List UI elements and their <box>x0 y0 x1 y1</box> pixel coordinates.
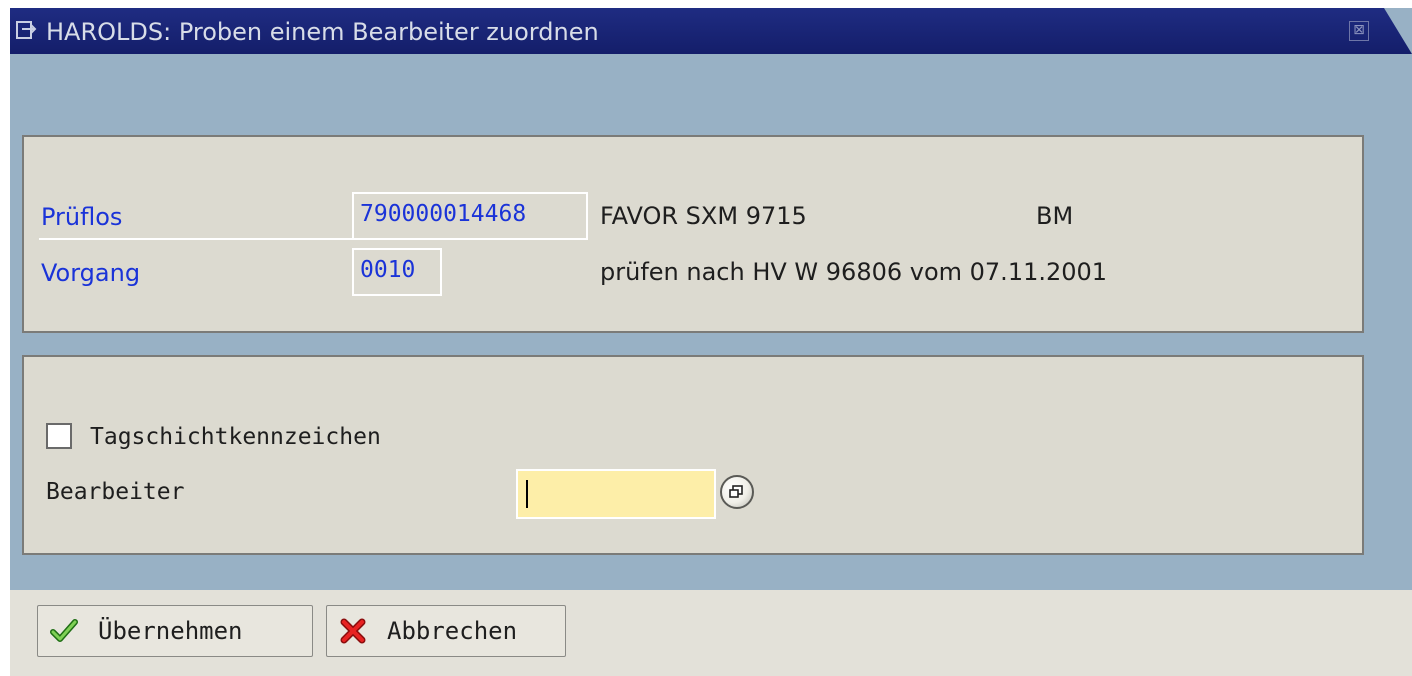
tagschicht-checkbox[interactable] <box>46 423 72 449</box>
vorgang-text: prüfen nach HV W 96806 vom 07.11.2001 <box>600 258 1108 286</box>
ok-button-label: Übernehmen <box>98 617 243 645</box>
prueflos-label[interactable]: Prüflos <box>41 203 122 231</box>
cancel-x-icon <box>339 618 367 644</box>
window-title: HAROLDS: Proben einem Bearbeiter zuordne… <box>46 18 599 46</box>
prueflos-field[interactable]: 790000014468 <box>352 192 588 240</box>
bearbeiter-label: Bearbeiter <box>46 479 185 505</box>
vorgang-label[interactable]: Vorgang <box>41 259 140 287</box>
close-icon[interactable]: ⊠ <box>1349 21 1369 41</box>
dialog-arrow-icon <box>16 20 38 40</box>
tagschicht-label[interactable]: Tagschichtkennzeichen <box>90 424 381 450</box>
prueflos-extra: BM <box>1036 202 1074 230</box>
bearbeiter-input[interactable] <box>516 469 716 519</box>
checkmark-icon <box>50 618 78 644</box>
text-cursor <box>526 480 528 508</box>
title-bar[interactable]: HAROLDS: Proben einem Bearbeiter zuordne… <box>10 8 1412 54</box>
ok-button[interactable]: Übernehmen <box>37 605 313 657</box>
assignment-group <box>22 355 1364 555</box>
dialog-window: HAROLDS: Proben einem Bearbeiter zuordne… <box>10 8 1412 676</box>
cancel-button[interactable]: Abbrechen <box>326 605 566 657</box>
prueflos-label-underline <box>39 238 353 240</box>
value-help-button[interactable] <box>716 469 762 519</box>
titlebar-corner <box>1384 8 1412 54</box>
cancel-button-label: Abbrechen <box>387 617 518 645</box>
footer-toolbar: Übernehmen Abbrechen <box>10 590 1412 676</box>
vorgang-field[interactable]: 0010 <box>352 248 442 296</box>
inspection-lot-group <box>22 135 1364 333</box>
value-help-icon <box>720 475 754 509</box>
prueflos-text: FAVOR SXM 9715 <box>600 202 807 230</box>
